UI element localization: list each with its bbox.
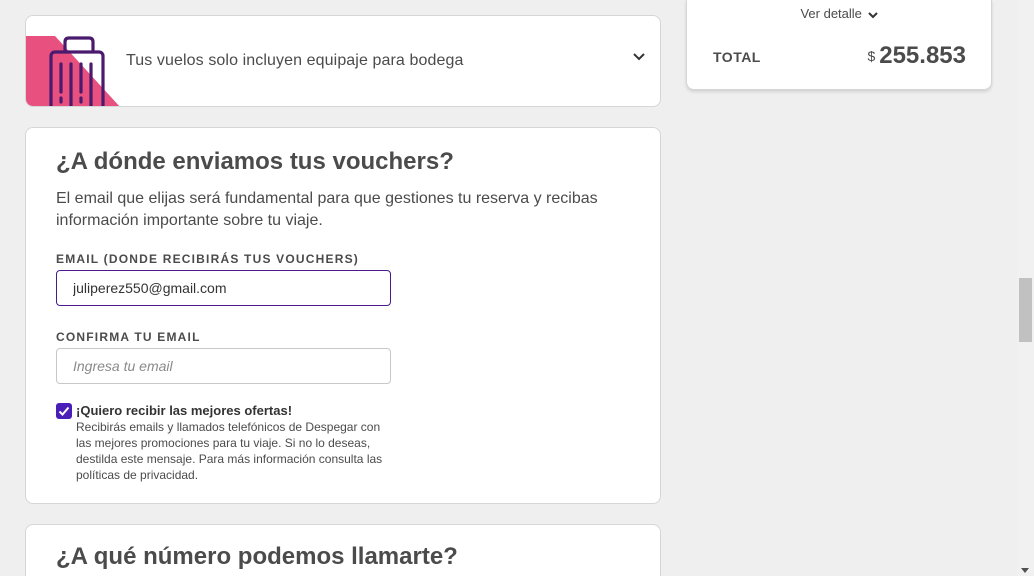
- confirm-email-label: CONFIRMA TU EMAIL: [56, 330, 201, 344]
- page-scrollbar[interactable]: [1017, 0, 1034, 576]
- total-value: 255.853: [879, 42, 966, 69]
- email-label: EMAIL (DONDE RECIBIRÁS TUS VOUCHERS): [56, 252, 359, 266]
- see-detail-label: Ver detalle: [800, 6, 862, 21]
- email-field[interactable]: [56, 270, 391, 306]
- baggage-info-card[interactable]: Tus vuelos solo incluyen equipaje para b…: [25, 15, 661, 107]
- total-amount: $255.853: [867, 42, 966, 70]
- scrollbar-thumb[interactable]: [1019, 278, 1032, 342]
- chevron-down-icon[interactable]: [632, 50, 646, 64]
- scroll-down-arrow-icon[interactable]: [1021, 568, 1029, 573]
- voucher-section-description: El email que elijas será fundamental par…: [56, 190, 598, 229]
- offers-checkbox-label[interactable]: ¡Quiero recibir las mejores ofertas!: [76, 403, 292, 418]
- total-label: TOTAL: [713, 49, 761, 65]
- baggage-message: Tus vuelos solo incluyen equipaje para b…: [126, 52, 464, 69]
- phone-section-card: ¿A qué número podemos llamarte?: [25, 524, 661, 576]
- offers-description: Recibirás emails y llamados telefónicos …: [76, 420, 383, 482]
- voucher-email-card: ¿A dónde enviamos tus vouchers? El email…: [25, 127, 661, 504]
- phone-section-title: ¿A qué número podemos llamarte?: [56, 543, 458, 570]
- suitcase-icon: [26, 36, 120, 106]
- currency-symbol: $: [867, 48, 876, 64]
- voucher-section-title: ¿A dónde enviamos tus vouchers?: [56, 148, 454, 175]
- check-icon: [58, 406, 70, 416]
- price-summary-card: Ver detalle TOTAL $255.853: [686, 0, 992, 90]
- see-detail-link[interactable]: Ver detalle: [687, 6, 991, 21]
- offers-checkbox[interactable]: [56, 403, 72, 419]
- chevron-down-icon: [867, 11, 878, 18]
- confirm-email-field[interactable]: [56, 348, 391, 384]
